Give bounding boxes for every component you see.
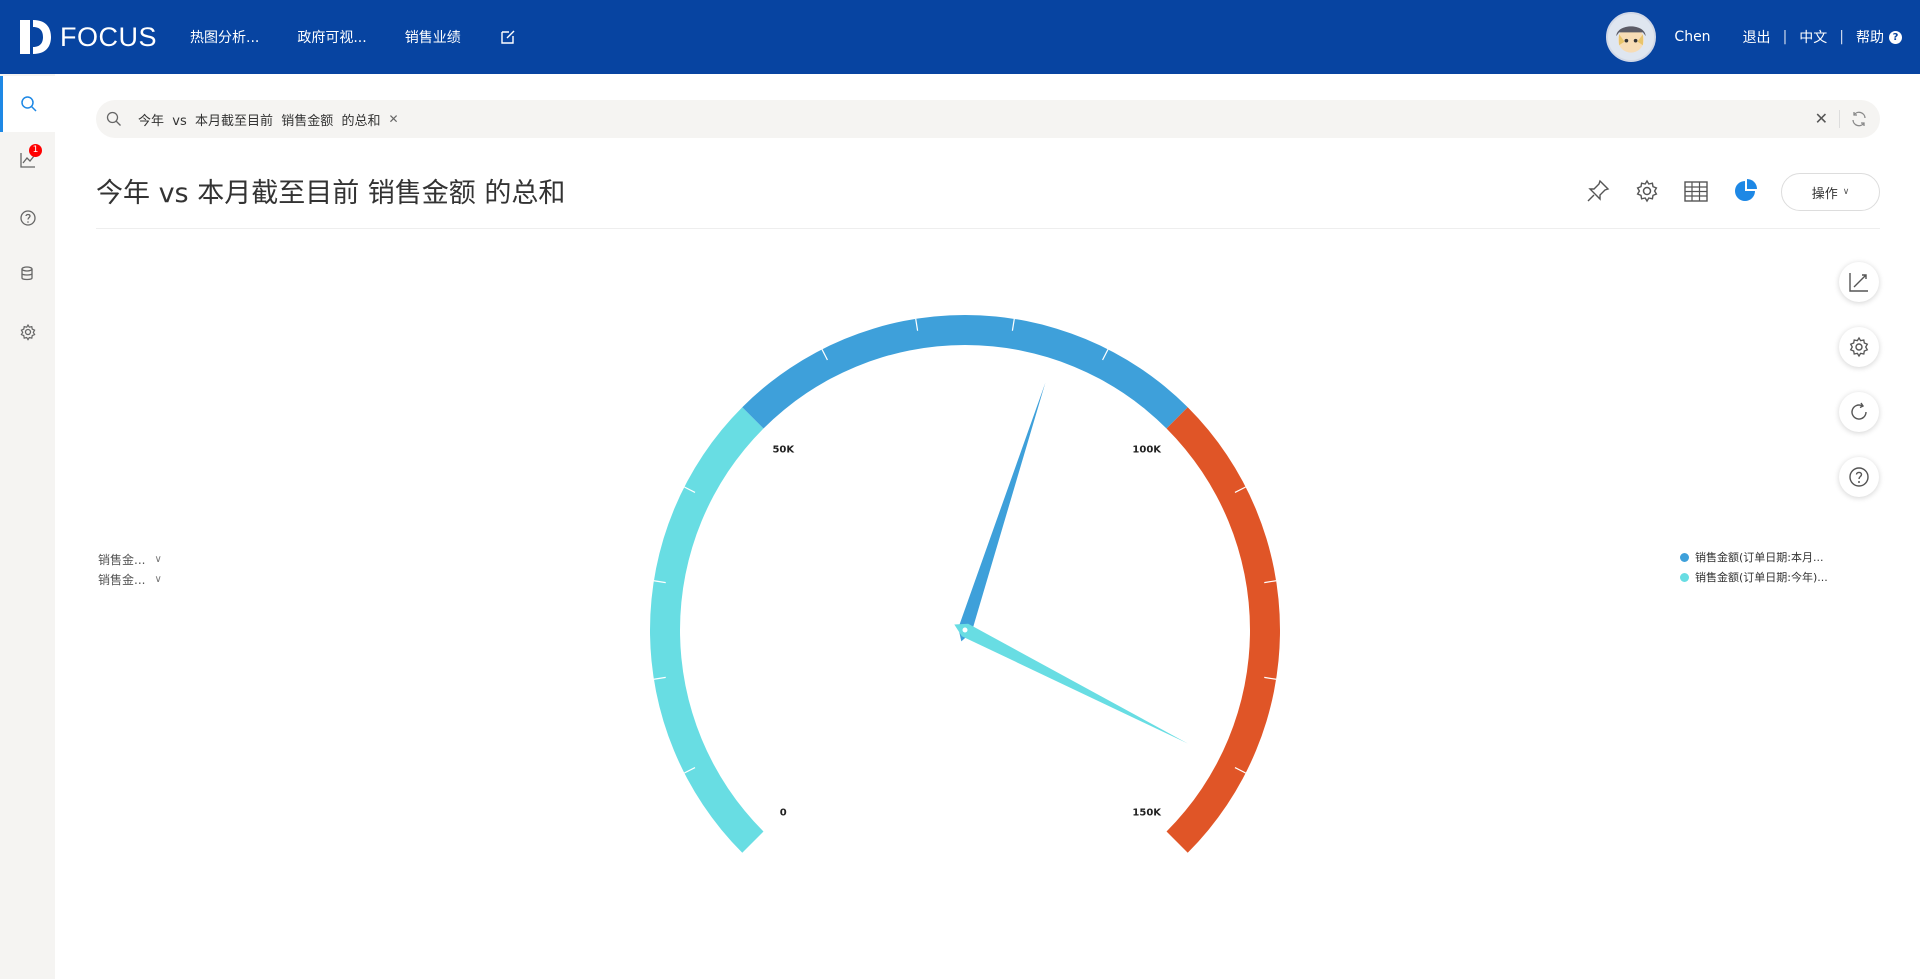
gauge-minor-tick	[1234, 486, 1246, 493]
gauge-pivot	[962, 627, 968, 633]
divider	[96, 228, 1880, 229]
chart-settings-button[interactable]	[1839, 327, 1879, 367]
clear-search-icon[interactable]: ✕	[1815, 109, 1828, 128]
gauge-minor-tick	[653, 580, 666, 584]
nav-item-heatmap[interactable]: 热图分析...	[190, 27, 259, 47]
legend-dot	[1680, 572, 1689, 582]
legend-label: 销售金额(订单日期:本月...	[1695, 551, 1824, 564]
sidebar-item-help[interactable]	[0, 190, 55, 246]
gear-icon	[20, 323, 35, 341]
axis-icon	[1849, 273, 1868, 292]
action-button-label: 操作	[1811, 186, 1838, 202]
gauge-minor-tick	[1011, 318, 1015, 331]
filter-label: 销售金...	[98, 573, 146, 587]
logout-link[interactable]: 退出	[1743, 27, 1771, 47]
refresh-icon	[1851, 402, 1867, 420]
database-icon	[20, 266, 33, 281]
question-icon	[1849, 467, 1869, 487]
search-icon	[21, 96, 37, 112]
search-bar[interactable]: 今年 vs 本月截至目前 销售金额 的总和 ✕ ✕	[96, 100, 1880, 138]
gauge-minor-tick	[653, 676, 666, 680]
pie-chart-icon[interactable]	[1732, 178, 1758, 204]
sidebar-item-search[interactable]	[0, 76, 55, 132]
top-navigation-bar: FOCUS 热图分析... 政府可视... 销售业绩 Chen 退出 | 中文 …	[0, 0, 1920, 74]
gauge-band-2	[742, 315, 1188, 429]
separator: |	[1839, 29, 1844, 45]
gauge-minor-tick	[1234, 767, 1246, 774]
legend-label: 销售金额(订单日期:今年)...	[1695, 571, 1828, 584]
series-filter-2[interactable]: 销售金... ∨	[98, 571, 162, 588]
axis-tool-button[interactable]	[1839, 262, 1879, 302]
gauge-minor-tick	[1264, 580, 1277, 584]
gauge-minor-tick	[915, 318, 919, 331]
gauge-band-1	[650, 407, 764, 853]
gauge-needle-1	[958, 382, 1046, 642]
sidebar-item-insights[interactable]: 1	[0, 132, 55, 188]
help-icon[interactable]: ?	[1889, 30, 1902, 44]
gauge-chart: 0 50K 100K 150K	[650, 315, 1280, 853]
edit-icon[interactable]	[499, 28, 517, 46]
focus-logo[interactable]: FOCUS	[18, 18, 157, 56]
sidebar: 1	[0, 74, 55, 979]
gauge-minor-tick	[1102, 349, 1109, 361]
query-chip[interactable]: 今年 vs 本月截至目前 销售金额 的总和 ✕	[138, 108, 399, 130]
legend-item-month[interactable]: 销售金额(订单日期:本月...	[1680, 549, 1824, 565]
gauge-minor-tick	[821, 349, 828, 361]
page-title: 今年 vs 本月截至目前 销售金额 的总和	[96, 178, 566, 209]
action-button[interactable]: 操作 ∨	[1781, 173, 1880, 211]
settings-icon[interactable]	[1634, 178, 1660, 204]
chevron-down-icon: ∨	[154, 554, 162, 565]
main-nav: 热图分析... 政府可视... 销售业绩	[190, 0, 517, 74]
user-area: Chen 退出 | 中文 | 帮助 ?	[1606, 0, 1902, 74]
gauge-tick-label: 0	[780, 808, 787, 819]
gauge-minor-tick	[1264, 676, 1277, 680]
user-name[interactable]: Chen	[1674, 29, 1710, 45]
gauge-band-3	[1166, 407, 1280, 853]
logo-mark-icon	[20, 20, 51, 54]
brand-name: FOCUS	[60, 21, 157, 52]
gauge-needle-2	[954, 623, 1188, 744]
legend-item-year[interactable]: 销售金额(订单日期:今年)...	[1680, 569, 1828, 585]
query-chip-text: 今年 vs 本月截至目前 销售金额 的总和	[138, 113, 381, 129]
gear-icon	[1849, 336, 1869, 358]
gauge-tick-label: 100K	[1132, 444, 1162, 455]
sidebar-item-settings[interactable]	[0, 304, 55, 360]
avatar[interactable]	[1606, 12, 1657, 62]
search-icon	[106, 111, 121, 126]
divider	[1839, 110, 1840, 128]
filter-label: 销售金...	[98, 553, 146, 567]
chip-remove-icon[interactable]: ✕	[389, 112, 399, 126]
gauge-tick-label: 50K	[772, 444, 795, 455]
gauge-minor-tick	[684, 486, 696, 493]
chevron-down-icon: ∨	[1842, 187, 1850, 197]
chart-help-button[interactable]	[1839, 457, 1879, 497]
chevron-down-icon: ∨	[154, 574, 162, 585]
gauge-minor-tick	[684, 767, 696, 774]
nav-item-sales[interactable]: 销售业绩	[405, 27, 461, 47]
pin-icon[interactable]	[1585, 178, 1611, 204]
language-link[interactable]: 中文	[1799, 27, 1827, 47]
reload-button[interactable]	[1839, 392, 1879, 432]
separator: |	[1782, 29, 1788, 45]
question-icon	[19, 210, 36, 226]
sidebar-item-data[interactable]	[0, 246, 55, 302]
gauge-tick-label: 150K	[1132, 808, 1162, 819]
refresh-icon[interactable]	[1850, 110, 1868, 128]
table-icon[interactable]	[1683, 178, 1709, 204]
avatar-image	[1608, 14, 1655, 60]
nav-item-government[interactable]: 政府可视...	[297, 27, 366, 47]
notification-badge: 1	[29, 144, 42, 157]
series-filter-1[interactable]: 销售金... ∨	[98, 551, 162, 568]
title-toolbar	[1562, 178, 1758, 204]
help-link[interactable]: 帮助	[1856, 27, 1884, 47]
legend-dot	[1680, 552, 1689, 562]
